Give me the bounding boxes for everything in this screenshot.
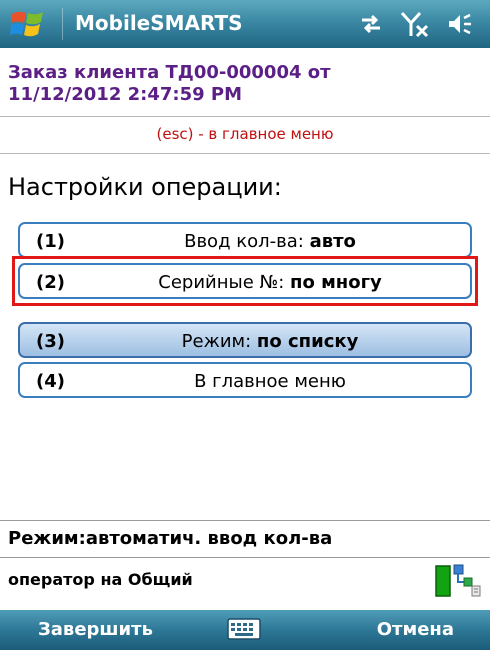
menu-item-label: Режим: [181,331,252,352]
app-title: MobileSMARTS [75,11,243,35]
menu-item-number: (2) [36,272,65,293]
section-title: Настройки операции: [8,173,282,201]
mode-status: Режим:автоматич. ввод кол-ва [8,528,333,549]
menu-item-label: Ввод кол-ва: [184,231,304,252]
softkey-bar: Завершить Отмена [0,610,490,650]
windows-start-icon[interactable] [10,8,46,40]
keyboard-icon[interactable] [227,617,261,641]
sync-arrows-icon[interactable] [358,12,384,36]
menu-item-value: авто [309,231,356,252]
cancel-softkey[interactable]: Отмена [377,619,454,640]
esc-hint-bar: (esc) - в главное меню [0,116,490,154]
menu-item-number: (4) [36,371,65,392]
title-separator [62,8,63,40]
menu-item-serial-numbers[interactable]: (2) Серийные №: по многу [18,263,472,299]
order-title-line2: 11/12/2012 2:47:59 PM [8,84,242,105]
menu-item-value: по списку [256,331,359,352]
order-title-line1: Заказ клиента ТД00-000004 от [8,62,331,83]
menu-item-text: Ввод кол-ва: авто [80,231,460,252]
mode-status-bar: Режим:автоматич. ввод кол-ва [0,520,490,558]
menu-item-label: Серийные №: [158,272,285,293]
connection-status-icon [435,564,481,597]
volume-icon[interactable] [446,12,472,36]
menu-item-quantity-input[interactable]: (1) Ввод кол-ва: авто [18,222,472,258]
finish-softkey[interactable]: Завершить [38,619,153,640]
menu-item-text: Режим: по списку [80,331,460,352]
menu-item-number: (1) [36,231,65,252]
order-title: Заказ клиента ТД00-000004 от 11/12/2012 … [8,62,478,106]
menu-item-text: Серийные №: по многу [80,272,460,293]
esc-hint: (esc) - в главное меню [156,125,334,143]
signal-off-icon[interactable] [400,10,430,38]
menu-item-main-menu[interactable]: (4) В главное меню [18,362,472,398]
menu-item-label: В главное меню [194,371,346,392]
menu-item-number: (3) [36,331,65,352]
title-bar: MobileSMARTS [0,0,490,48]
menu-item-text: В главное меню [80,371,460,392]
menu-item-mode[interactable]: (3) Режим: по списку [18,322,472,358]
operator-status: оператор на Общий [8,570,193,589]
status-icons [358,10,472,38]
menu-item-value: по многу [290,272,382,293]
